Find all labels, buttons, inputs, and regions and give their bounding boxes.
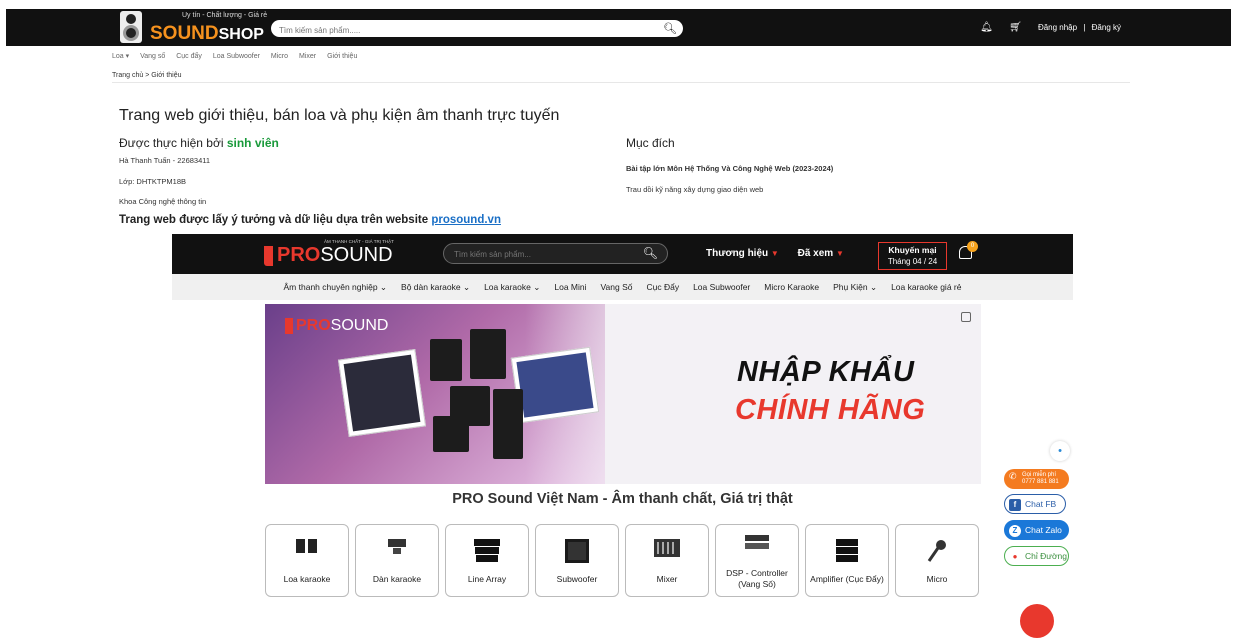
source-link[interactable]: prosound.vn bbox=[431, 214, 501, 226]
amplifier-icon bbox=[836, 539, 858, 562]
logo-tagline: Uy tín - Chất lượng - Giá rẻ bbox=[182, 12, 268, 19]
nav-item-cuc-day[interactable]: Cục đẩy bbox=[176, 53, 202, 60]
student-faculty: Khoa Công nghệ thông tin bbox=[119, 197, 207, 206]
category-card: Dàn karaoke bbox=[355, 524, 439, 597]
author-heading: Được thực hiện bởi sinh viên bbox=[119, 136, 279, 150]
nav-item-gioi-thieu[interactable]: Giới thiệu bbox=[327, 53, 357, 60]
promo-banner: PROSOUND NHẬP KHẨU CHÍNH HÃNG bbox=[265, 304, 981, 484]
category-card: Amplifier (Cục Đẩy) bbox=[805, 524, 889, 597]
speaker-image bbox=[430, 339, 462, 381]
bell-icon[interactable]: 🔔︎ bbox=[980, 22, 993, 33]
soundshop-logo[interactable]: Uy tín - Chất lượng - Giá rẻ SOUNDSHOP bbox=[114, 9, 268, 46]
banner-headline-1: NHẬP KHẨU bbox=[737, 356, 915, 388]
scan-icon bbox=[961, 312, 971, 322]
floating-red-button[interactable] bbox=[1020, 604, 1054, 638]
speaker-image bbox=[433, 416, 469, 452]
karaoke-set-icon bbox=[388, 539, 406, 554]
header-actions: 🔔︎ 🛒︎ Đăng nhập | Đăng ký bbox=[980, 22, 1121, 33]
speaker-image bbox=[493, 389, 523, 459]
banner-logo: PROSOUND bbox=[285, 317, 388, 335]
facebook-icon: f bbox=[1009, 498, 1021, 511]
banner-headline-2: CHÍNH HÃNG bbox=[735, 394, 926, 426]
chat-fb-button[interactable]: f Chat FB bbox=[1004, 494, 1066, 514]
nav-item-micro[interactable]: Micro bbox=[271, 53, 288, 60]
purpose-heading: Mục đích bbox=[626, 136, 675, 150]
map-pin-icon: ● bbox=[1012, 551, 1018, 561]
top-bar: Uy tín - Chất lượng - Giá rẻ SOUNDSHOP 🔍… bbox=[6, 9, 1231, 46]
login-link[interactable]: Đăng nhập bbox=[1038, 23, 1077, 32]
dsp-controller-icon bbox=[745, 535, 769, 549]
cart-icon[interactable]: 🛒︎ bbox=[1009, 22, 1022, 33]
category-card: Subwoofer bbox=[535, 524, 619, 597]
category-card: Micro bbox=[895, 524, 979, 597]
source-note: Trang web được lấy ý tưởng và dữ liệu dự… bbox=[119, 214, 501, 226]
speaker-image bbox=[470, 329, 506, 379]
prosound-screenshot: ÂM THANH CHẤT - GIÁ TRỊ THẬT PROSOUND 🔍︎… bbox=[172, 234, 1073, 611]
promo-box: Khuyến mại Tháng 04 / 24 bbox=[878, 242, 947, 270]
phone-icon: ✆ bbox=[1009, 471, 1017, 481]
search-icon[interactable]: 🔍︎ bbox=[663, 22, 677, 35]
nav-item-loa[interactable]: Loa ▾ bbox=[112, 53, 129, 60]
main-nav: Loa ▾ Vang số Cục đẩy Loa Subwoofer Micr… bbox=[112, 52, 366, 60]
search-box: 🔍︎ bbox=[271, 20, 683, 39]
purpose-desc: Trau dồi kỹ năng xây dựng giao diện web bbox=[626, 185, 764, 194]
student-class: Lớp: DHTKTPM18B bbox=[119, 177, 187, 186]
breadcrumb: Trang chủ > Giới thiệu bbox=[112, 72, 182, 79]
banner-card-mic bbox=[337, 348, 427, 438]
student-name: Hà Thanh Tuấn - 22683411 bbox=[119, 156, 211, 165]
directions-button[interactable]: ● Chỉ Đường bbox=[1004, 546, 1069, 566]
subwoofer-icon bbox=[565, 539, 589, 563]
search-input[interactable] bbox=[271, 22, 651, 39]
category-card: DSP - Controller (Vang Số) bbox=[715, 524, 799, 597]
free-call-button[interactable]: ✆ Gọi miễn phí 0777 881 881 bbox=[1004, 469, 1069, 489]
prosound-search: 🔍︎ bbox=[443, 243, 668, 264]
page-title: Trang web giới thiệu, bán loa và phụ kiệ… bbox=[119, 107, 560, 124]
prosound-header: ÂM THANH CHẤT - GIÁ TRỊ THẬT PROSOUND 🔍︎… bbox=[172, 234, 1073, 274]
microphone-icon bbox=[927, 540, 946, 562]
logo-text: SOUNDSHOP bbox=[150, 23, 264, 44]
line-array-icon bbox=[474, 539, 500, 562]
purpose-course: Bài tập lớn Môn Hệ Thống Và Công Nghệ We… bbox=[626, 164, 834, 173]
nav-item-subwoofer[interactable]: Loa Subwoofer bbox=[213, 53, 260, 60]
prosound-logo: ÂM THANH CHẤT - GIÁ TRỊ THẬT PROSOUND bbox=[264, 239, 394, 267]
zalo-icon: Z bbox=[1009, 524, 1021, 537]
search-icon: 🔍︎ bbox=[642, 246, 658, 260]
speaker-logo-icon bbox=[120, 11, 142, 43]
nav-item-vang-so[interactable]: Vang số bbox=[140, 53, 165, 60]
category-card: Loa karaoke bbox=[265, 524, 349, 597]
category-card: Mixer bbox=[625, 524, 709, 597]
bell-icon: 0 bbox=[959, 241, 978, 259]
prosound-section-title: PRO Sound Việt Nam - Âm thanh chất, Giá … bbox=[452, 491, 793, 507]
prosound-top-menu: Thương hiệu ▼ Đã xem ▼ bbox=[706, 248, 844, 259]
prosound-search-input bbox=[444, 245, 634, 264]
divider bbox=[112, 82, 1130, 83]
chat-zalo-button[interactable]: Z Chat Zalo bbox=[1004, 520, 1069, 540]
category-card: Line Array bbox=[445, 524, 529, 597]
nav-item-mixer[interactable]: Mixer bbox=[299, 53, 316, 60]
separator: | bbox=[1083, 23, 1086, 32]
speaker-icon bbox=[296, 539, 317, 553]
water-drop-icon[interactable]: • bbox=[1050, 441, 1070, 461]
register-link[interactable]: Đăng ký bbox=[1092, 23, 1121, 32]
mixer-icon bbox=[654, 539, 680, 557]
banner-card-stage bbox=[510, 346, 600, 424]
prosound-nav: Âm thanh chuyên nghiệp ⌄ Bộ dàn karaoke ⌄… bbox=[172, 274, 1073, 300]
